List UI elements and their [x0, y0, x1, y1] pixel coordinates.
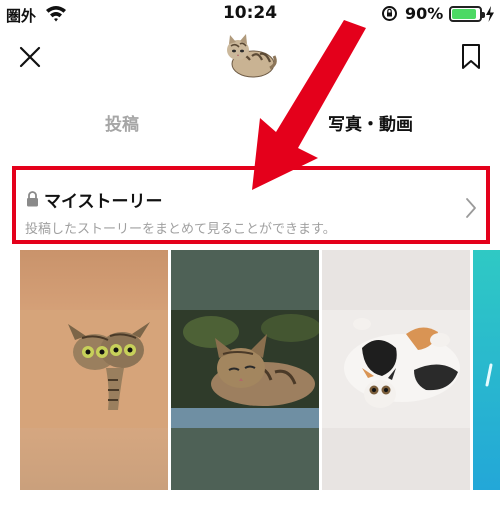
- status-bar: 圏外 10:24 90%: [0, 0, 500, 30]
- battery-percent: 90%: [405, 4, 444, 23]
- chevron-right-icon: [466, 198, 476, 218]
- close-icon[interactable]: [14, 41, 46, 73]
- bolt-icon: [486, 6, 494, 22]
- lock-icon: [27, 191, 38, 207]
- cat-photo-1[interactable]: [20, 250, 168, 490]
- cat-photo-2[interactable]: [171, 250, 319, 490]
- cat-photo-3[interactable]: [322, 250, 470, 490]
- my-story-row[interactable]: マイストーリー 投稿したストーリーをまとめて見ることができます。: [12, 166, 490, 244]
- tab-posts[interactable]: 投稿: [105, 110, 139, 135]
- tab-photos-videos[interactable]: 写真・動画: [328, 110, 413, 135]
- bookmark-icon[interactable]: [455, 40, 487, 72]
- battery-icon: [449, 6, 485, 22]
- rotation-lock-icon: [382, 6, 397, 21]
- my-story-title: マイストーリー: [44, 192, 163, 212]
- my-story-description: 投稿したストーリーをまとめて見ることができます。: [25, 222, 336, 237]
- partial-tile[interactable]: [473, 250, 500, 490]
- cat-avatar[interactable]: [222, 34, 278, 82]
